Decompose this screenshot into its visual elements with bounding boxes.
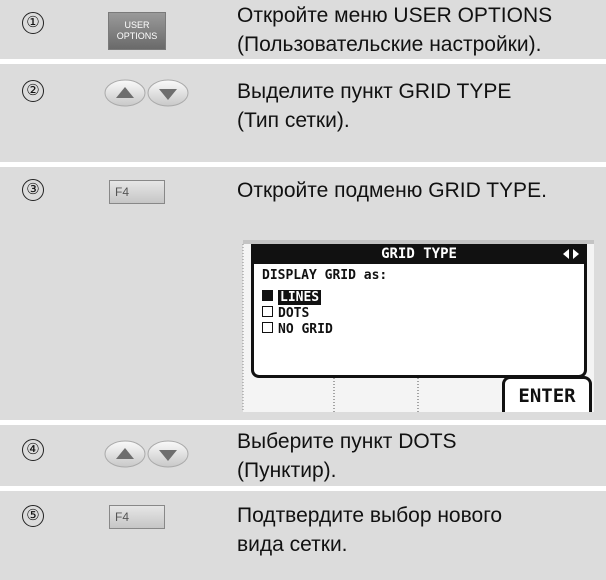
step-text-1-line-1: Откройте меню USER OPTIONS (237, 4, 553, 27)
step-number-5: ⑤ (22, 505, 44, 527)
user-options-key[interactable]: USER OPTIONS (108, 12, 166, 50)
step-number-1: ① (22, 12, 44, 34)
user-options-key-line-2: OPTIONS (116, 31, 158, 41)
down-arrow-key[interactable] (147, 440, 189, 468)
step-text-1-line-2: (Пользовательские настройки). (237, 33, 542, 56)
f4-key[interactable]: F4 (109, 180, 165, 204)
option-lines[interactable]: LINES (262, 290, 322, 305)
step-text-2: Выделите пункт GRID TYPE (Тип сетки). (237, 77, 511, 135)
screen-menu: DISPLAY GRID as: LINES DOTS NO GRID (251, 264, 587, 378)
step-text-4: Выберите пункт DOTS (Пунктир). (237, 427, 457, 485)
grid-type-screen: GRID TYPE DISPLAY GRID as: LINES DOTS NO… (242, 238, 595, 414)
instruction-steps: ① USER OPTIONS Откройте меню USER OPTION… (0, 0, 606, 580)
enter-softkey[interactable]: ENTER (502, 376, 592, 412)
option-no-grid-checkbox (262, 322, 273, 333)
up-arrow-key[interactable] (104, 79, 146, 107)
step-text-4-line-1: Выберите пункт DOTS (237, 430, 457, 453)
step-text-3-line-1: Откройте подменю GRID TYPE. (237, 179, 547, 202)
step-text-1: Откройте меню USER OPTIONS (Пользователь… (237, 1, 552, 59)
step-text-4-line-2: (Пунктир). (237, 459, 337, 482)
step-text-3: Откройте подменю GRID TYPE. (237, 176, 547, 205)
down-arrow-key[interactable] (147, 79, 189, 107)
step-text-2-line-2: (Тип сетки). (237, 109, 350, 132)
up-down-arrow-keys[interactable] (104, 78, 190, 108)
step-row-1: ① USER OPTIONS Откройте меню USER OPTION… (0, 0, 606, 59)
step-text-2-line-1: Выделите пункт GRID TYPE (237, 80, 512, 103)
up-arrow-key[interactable] (104, 440, 146, 468)
option-no-grid-label: NO GRID (278, 322, 333, 337)
up-down-arrow-keys[interactable] (104, 439, 190, 469)
step-row-5: ⑤ F4 Подтвердите выбор нового вида сетки… (0, 491, 606, 580)
user-options-key-line-1: USER (124, 20, 150, 30)
option-dots[interactable]: DOTS (262, 306, 309, 321)
step-number-4: ④ (22, 439, 44, 461)
option-lines-checkbox (262, 290, 273, 301)
screen-title: GRID TYPE (381, 246, 457, 262)
step-text-5-line-1: Подтвердите выбор нового (237, 504, 503, 527)
f4-key[interactable]: F4 (109, 505, 165, 529)
screen-title-bar: GRID TYPE (251, 244, 587, 264)
step-text-5-line-2: вида сетки. (237, 533, 348, 556)
step-number-2: ② (22, 80, 44, 102)
step-row-4: ④ Выберите пункт DOTS (Пунктир). (0, 425, 606, 486)
option-no-grid[interactable]: NO GRID (262, 322, 333, 337)
step-number-3: ③ (22, 179, 44, 201)
step-row-2: ② Выделите пункт GRID TYPE (Тип сетки). (0, 64, 606, 162)
option-lines-label: LINES (278, 290, 322, 305)
option-dots-checkbox (262, 306, 273, 317)
step-text-5: Подтвердите выбор нового вида сетки. (237, 501, 502, 559)
left-right-arrows-icon (563, 249, 579, 259)
option-dots-label: DOTS (278, 306, 310, 321)
display-grid-prompt: DISPLAY GRID as: (262, 268, 388, 283)
